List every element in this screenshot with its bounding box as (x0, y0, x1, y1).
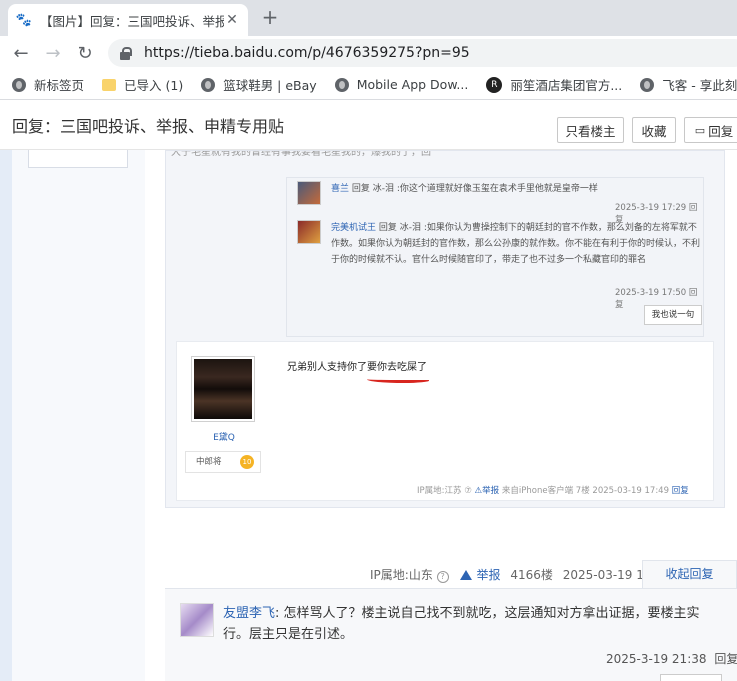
avatar (297, 181, 321, 205)
sub-reply-content: 友盟李飞: 怎样骂人了？楼主说自己找不到就吃，这层通知对方拿出证据，要楼主实行。… (223, 603, 723, 645)
collapse-replies-button[interactable]: 收起回复 (642, 560, 737, 588)
lock-icon (118, 46, 132, 60)
baidu-paw-icon: 🐾 (15, 12, 33, 28)
sub-reply-panel: 喜兰 回复 冰-泪 :你这个道理就好像玉玺在袁术手里他就是皇帝一样 2025-3… (286, 177, 704, 337)
bookmark-label: 新标签页 (34, 78, 85, 93)
level-badge: 10 (240, 455, 254, 469)
floor-number: 7楼 (575, 486, 590, 496)
user-name-link[interactable]: 友盟李飞 (223, 606, 275, 621)
avatar (191, 356, 255, 422)
bookmark-label: 飞客 - 享此刻，享 (662, 78, 737, 93)
new-tab-button[interactable]: + (258, 6, 282, 30)
browser-window: 🐾 【图片】回复：三国吧投诉、举报 ✕ + ← → ↻ https://tieb… (0, 0, 737, 681)
report-label: 举报 (476, 568, 501, 582)
bookmark-label: 篮球鞋男 | eBay (223, 78, 317, 93)
post-meta: IP属地:江苏 ⑦ ⚠举报 来自iPhone客户端 7楼 2025-03-19 … (417, 484, 689, 496)
sub-reply-text: : 怎样骂人了？楼主说自己找不到就吃，这层通知对方拿出证据，要楼主实行。层主只是… (223, 606, 700, 642)
warning-icon (460, 570, 473, 580)
reply-button-label: 回复 (708, 123, 734, 139)
only-op-button[interactable]: 只看楼主 (557, 117, 624, 143)
left-gutter (0, 150, 12, 681)
reload-icon[interactable]: ↻ (74, 42, 96, 64)
say-something-button[interactable] (660, 674, 722, 681)
user-name: 完美机试王 (331, 223, 377, 233)
bookmarks-bar: 新标签页 已导入 (1) 篮球鞋男 | eBay Mobile App Dow.… (0, 70, 737, 100)
source-text: 来自iPhone客户端 (501, 486, 574, 496)
bookmark-label: 已导入 (1) (124, 78, 184, 93)
user-name: E黛Q (213, 433, 235, 443)
sub-reply-text: 回复 冰-泪 :如果你认为曹操控制下的朝廷封的官不作数，那么刘备的左将军就不作数… (331, 223, 701, 265)
post-time: 2025-03-19 17:49 (592, 486, 670, 496)
tab-strip: 🐾 【图片】回复：三国吧投诉、举报 ✕ + (0, 0, 737, 36)
post-body: 大于毛星就有我的曾经有事我要看毛星我的，爆我的了，回 喜兰 回复 冰-泪 :你这… (145, 150, 737, 681)
floor-meta: IP属地:山东 ? 举报 4166楼 2025-03-19 18:16 (370, 566, 671, 583)
bookmark-label: 丽笙酒店集团官方... (510, 78, 623, 93)
floor-number: 4166楼 (510, 568, 553, 582)
red-underline-annotation (367, 377, 429, 383)
reply-link[interactable]: 回复 (714, 652, 737, 666)
forward-arrow-icon[interactable]: → (42, 42, 64, 64)
bookmark-0[interactable]: 新标签页 (12, 75, 84, 94)
say-something-button: 我也说一句 (644, 305, 702, 325)
reply-button[interactable]: ▭ 回复 (684, 117, 737, 143)
bookmark-1[interactable]: 已导入 (1) (102, 75, 183, 94)
bookmark-5[interactable]: 飞客 - 享此刻，享 (640, 75, 737, 94)
thread-header: 回复：三国吧投诉、举报、申精专用贴 只看楼主 收藏 ▭ 回复 (0, 100, 737, 150)
author-column (12, 150, 145, 681)
sub-reply-text: 回复 冰-泪 :你这个道理就好像玉玺在袁术手里他就是皇帝一样 (349, 184, 598, 194)
bookmark-3[interactable]: Mobile App Dow... (334, 77, 469, 92)
ip-location: IP属地:江苏 ⑦ (417, 486, 472, 496)
author-badge-box (28, 150, 128, 168)
folder-icon (102, 78, 117, 91)
favorite-button[interactable]: 收藏 (632, 117, 676, 143)
report-link[interactable]: 举报 (460, 568, 501, 582)
reply-link: 回复 (671, 486, 689, 496)
clipped-text: 大于毛星就有我的曾经有事我要看毛星我的，爆我的了，回 (171, 151, 431, 158)
sub-reply-meta: 2025-3-19 21:38 回复 (606, 650, 737, 667)
thread-title: 回复：三国吧投诉、举报、申精专用贴 (12, 117, 285, 136)
globe-icon (12, 77, 26, 92)
globe-icon (201, 77, 216, 92)
user-name: 喜兰 (331, 184, 350, 194)
report-link: 举报 (482, 486, 500, 496)
rank-badge: 中郎将 10 (185, 451, 261, 473)
comment-icon: ▭ (694, 123, 706, 137)
bookmark-label: Mobile App Dow... (356, 77, 469, 92)
inner-post: E黛Q 中郎将 10 兄弟别人支持你了要你去吃屎了 IP属地:江苏 ⑦ ⚠举报 来… (176, 341, 714, 501)
page-content: 大于毛星就有我的曾经有事我要看毛星我的，爆我的了，回 喜兰 回复 冰-泪 :你这… (0, 150, 737, 681)
url-text: https://tieba.baidu.com/p/4676359275?pn=… (144, 45, 470, 61)
close-tab-icon[interactable]: ✕ (224, 12, 240, 28)
active-tab[interactable]: 🐾 【图片】回复：三国吧投诉、举报 ✕ (8, 4, 248, 36)
sub-reply-list: 友盟李飞: 怎样骂人了？楼主说自己找不到就吃，这层通知对方拿出证据，要楼主实行。… (165, 588, 737, 681)
bookmark-2[interactable]: 篮球鞋男 | eBay (201, 75, 317, 94)
bookmark-4[interactable]: R 丽笙酒店集团官方... (486, 75, 622, 94)
hotel-logo-icon: R (486, 76, 503, 93)
post-text: 兄弟别人支持你了要你去吃屎了 (287, 362, 427, 373)
warning-icon: ⚠ (474, 486, 483, 496)
tab-title: 【图片】回复：三国吧投诉、举报 (40, 13, 224, 29)
browser-toolbar: ← → ↻ https://tieba.baidu.com/p/46763592… (0, 36, 737, 70)
rank-label: 中郎将 (196, 457, 222, 467)
embedded-screenshot-image: 大于毛星就有我的曾经有事我要看毛星我的，爆我的了，回 喜兰 回复 冰-泪 :你这… (165, 150, 725, 508)
question-icon[interactable]: ? (436, 571, 449, 583)
globe-icon (640, 77, 655, 92)
sub-reply-time: 2025-3-19 21:38 (606, 652, 707, 666)
avatar[interactable] (180, 603, 214, 637)
avatar (297, 220, 321, 244)
ip-location: IP属地:山东 (370, 568, 433, 582)
back-arrow-icon[interactable]: ← (10, 42, 32, 64)
globe-icon (334, 77, 349, 92)
address-bar[interactable]: https://tieba.baidu.com/p/4676359275?pn=… (108, 39, 737, 67)
